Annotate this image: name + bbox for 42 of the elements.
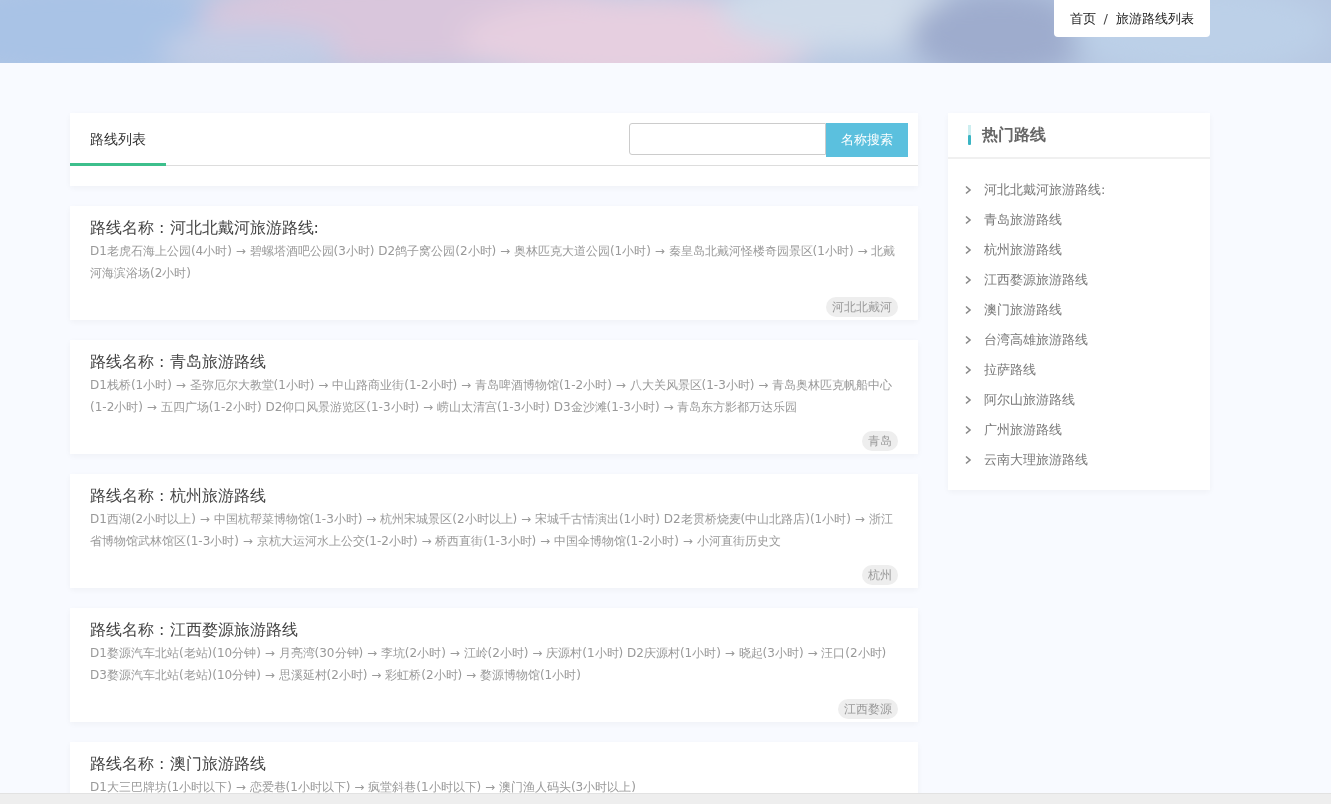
sidebar-link[interactable]: 广州旅游路线 — [984, 421, 1062, 439]
route-tag: 江西婺源 — [838, 699, 898, 719]
search-field[interactable] — [629, 123, 826, 155]
chevron-right-icon — [964, 395, 972, 405]
route-tag: 青岛 — [862, 431, 898, 451]
chevron-right-icon — [964, 425, 972, 435]
route-title-link[interactable]: 路线名称 : 澳门旅游路线 — [90, 752, 266, 776]
sidebar-link[interactable]: 云南大理旅游路线 — [984, 451, 1088, 469]
chevron-right-icon — [964, 275, 972, 285]
route-tag: 河北北戴河 — [826, 297, 898, 317]
route-description: D1栈桥(1小时) → 圣弥厄尔大教堂(1小时) → 中山路商业街(1-2小时) → 青岛啤酒博物馆(1-2小时) → 八大关风景区(1-3小时) → 青岛奥林匹克帆船中心(1-2小时) → 五四广场(1-2小时) D2仰口风景游览区(1-3小时) → 崂山太清宫(1-3小时) D3金沙滩(1-3小时) → 青岛东方影都万达乐园 — [90, 377, 894, 416]
chevron-right-icon — [964, 185, 972, 195]
chevron-right-icon — [964, 305, 972, 315]
sidebar-link[interactable]: 杭州旅游路线 — [984, 241, 1062, 259]
breadcrumb-link[interactable]: 首页 — [1069, 9, 1096, 28]
route-title-link[interactable]: 路线名称 : 青岛旅游路线 — [90, 350, 266, 374]
route-description: D1大三巴牌坊(1小时以下) → 恋爱巷(1小时以下) → 疯堂斜巷(1小时以下) → 澳门渔人码头(3小时以上) — [90, 779, 637, 793]
sidebar-link[interactable]: 拉萨路线 — [984, 361, 1036, 379]
panel-title: 热门路线 — [982, 124, 1046, 146]
sidebar-link[interactable]: 河北北戴河旅游路线: — [984, 181, 1106, 199]
sidebar-link[interactable]: 江西婺源旅游路线 — [984, 271, 1088, 289]
chevron-right-icon — [964, 365, 972, 375]
chevron-right-icon — [964, 335, 972, 345]
route-title-link[interactable]: 路线名称 : 杭州旅游路线 — [90, 484, 266, 508]
breadcrumb-link[interactable]: 旅游路线列表 — [1116, 9, 1194, 28]
route-description: D1婺源汽车北站(老站)(10分钟) → 月亮湾(30分钟) → 李坑(2小时) → 江岭(2小时) → 庆源村(1小时) D2庆源村(1小时) → 晓起(3小时) → 汪口(2小时) D3婺源汽车北站(老站)(10分钟) → 思溪延村(2小时) → 彩虹桥(2小时) → 婺源博物馆(1小时) — [90, 645, 888, 684]
sidebar-link[interactable]: 青岛旅游路线 — [984, 211, 1062, 229]
accent-bar — [968, 125, 971, 145]
tab[interactable]: 路线列表 — [70, 113, 166, 166]
sidebar-link[interactable]: 阿尔山旅游路线 — [984, 391, 1075, 409]
route-tag: 杭州 — [862, 565, 898, 585]
sidebar-link[interactable]: 澳门旅游路线 — [984, 301, 1062, 319]
chevron-right-icon — [964, 245, 972, 255]
sidebar-link[interactable]: 台湾高雄旅游路线 — [984, 331, 1088, 349]
route-description: D1老虎石海上公园(4小时) → 碧螺塔酒吧公园(3小时) D2鸽子窝公园(2小时) → 奥林匹克大道公园(1小时) → 秦皇岛北戴河怪楼奇园景区(1小时) → 北戴河海滨浴场(2小时) — [90, 243, 897, 282]
chevron-right-icon — [964, 455, 972, 465]
horizontal-scrollbar[interactable] — [0, 793, 1331, 804]
route-title-link[interactable]: 路线名称 : 河北北戴河旅游路线: — [90, 216, 319, 240]
route-description: D1西湖(2小时以上) → 中国杭帮菜博物馆(1-3小时) → 杭州宋城景区(2小时以上) → 宋城千古情演出(1小时) D2老贯桥烧麦(中山北路店)(1小时) → 浙江省博物馆武林馆区(1-3小时) → 京杭大运河水上公交(1-2小时) → 桥西直街(1-3小时) → 中国伞博物馆(1-2小时) → 小河直街历史文 — [90, 511, 894, 550]
chevron-right-icon — [964, 215, 972, 225]
route-title-link[interactable]: 路线名称 : 江西婺源旅游路线 — [90, 618, 298, 642]
breadcrumb-separator: / — [1103, 11, 1108, 26]
